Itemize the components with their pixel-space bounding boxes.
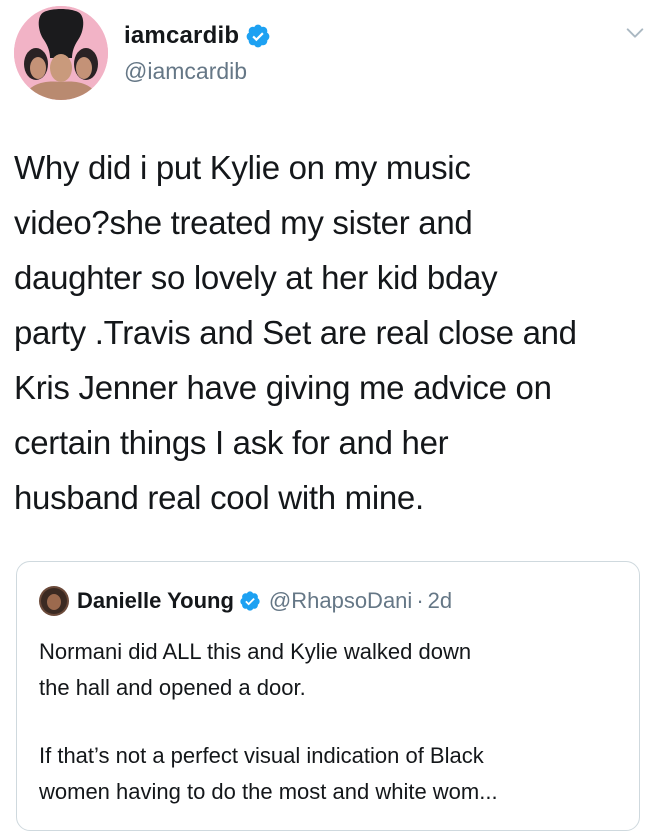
quoted-paragraph-1: Normani did ALL this and Kylie walked do…: [39, 634, 629, 706]
author-name-row: iamcardib: [124, 20, 271, 52]
tweet-line: husband real cool with mine.: [14, 479, 424, 516]
tweet-line: video?she treated my sister and: [14, 204, 473, 241]
verified-badge-icon: [240, 591, 260, 611]
tweet-line: certain things I ask for and her: [14, 424, 449, 461]
quoted-line: the hall and opened a door.: [39, 675, 306, 700]
tweet-text: Why did i put Kylie on my music video?sh…: [14, 140, 650, 525]
quoted-line: women having to do the most and white wo…: [39, 779, 498, 804]
avatar[interactable]: [14, 6, 108, 100]
quoted-tweet-text: Normani did ALL this and Kylie walked do…: [39, 634, 629, 810]
quoted-line: Normani did ALL this and Kylie walked do…: [39, 639, 472, 664]
quoted-tweet-header: Danielle Young @RhapsoDani · 2d: [39, 586, 452, 616]
quoted-avatar-image: [39, 586, 69, 616]
tweet-line: Why did i put Kylie on my music: [14, 149, 471, 186]
quoted-timestamp[interactable]: 2d: [428, 588, 452, 614]
avatar-image: [14, 6, 108, 100]
verified-badge-icon: [246, 24, 270, 48]
author-handle[interactable]: @iamcardib: [124, 58, 247, 85]
tweet-line: Kris Jenner have giving me advice on: [14, 369, 552, 406]
separator-dot: ·: [416, 588, 424, 613]
quoted-paragraph-2: If that’s not a perfect visual indicatio…: [39, 738, 629, 810]
tweet-line: party .Travis and Set are real close and: [14, 314, 577, 351]
quoted-avatar[interactable]: [39, 586, 69, 616]
chevron-down-icon[interactable]: [624, 22, 646, 44]
quoted-handle[interactable]: @RhapsoDani: [269, 588, 412, 614]
quoted-line: If that’s not a perfect visual indicatio…: [39, 743, 484, 768]
quoted-tweet-card[interactable]: Danielle Young @RhapsoDani · 2d Normani …: [16, 561, 640, 831]
display-name[interactable]: iamcardib: [124, 22, 239, 50]
quoted-display-name[interactable]: Danielle Young: [77, 588, 234, 614]
tweet-line: daughter so lovely at her kid bday: [14, 259, 498, 296]
